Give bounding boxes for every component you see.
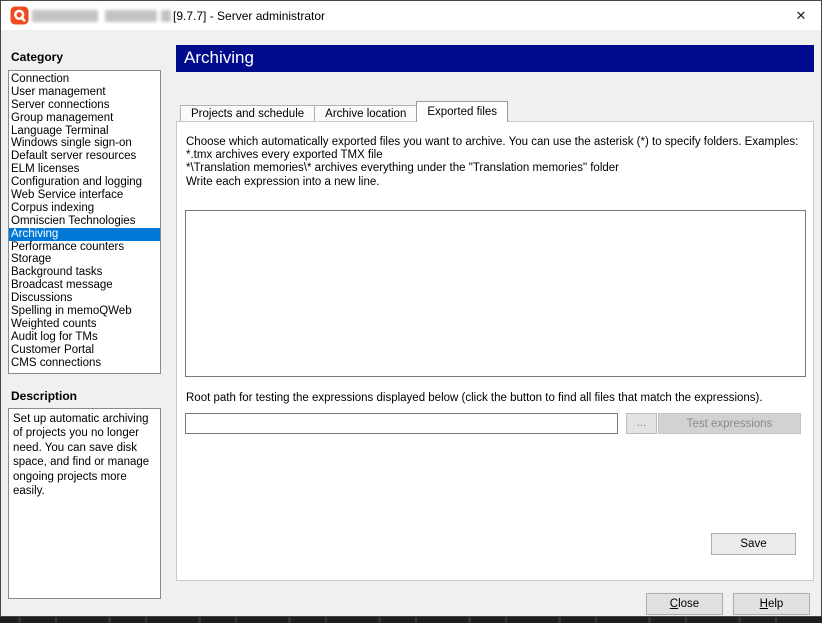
desktop-background-strip: [0, 617, 822, 623]
category-item-audit-log-for-tms[interactable]: Audit log for TMs: [9, 331, 160, 344]
category-item-user-management[interactable]: User management: [9, 86, 160, 99]
tab-strip: Projects and scheduleArchive locationExp…: [180, 101, 508, 122]
category-item-background-tasks[interactable]: Background tasks: [9, 266, 160, 279]
save-button[interactable]: Save: [711, 533, 796, 555]
test-expressions-button[interactable]: Test expressions: [658, 413, 801, 434]
category-item-configuration-and-logging[interactable]: Configuration and logging: [9, 176, 160, 189]
memoq-logo-icon: [10, 6, 29, 25]
description-label: Description: [11, 389, 77, 403]
browse-button[interactable]: ...: [626, 413, 657, 434]
instruction-line: *.tmx archives every exported TMX file: [186, 149, 798, 162]
category-item-customer-portal[interactable]: Customer Portal: [9, 344, 160, 357]
category-item-storage[interactable]: Storage: [9, 253, 160, 266]
server-administrator-window: [9.7.7] - Server administrator ✕ Categor…: [0, 0, 822, 617]
titlebar[interactable]: [9.7.7] - Server administrator ✕: [1, 1, 821, 30]
category-item-group-management[interactable]: Group management: [9, 112, 160, 125]
page-title: Archiving: [176, 45, 814, 72]
root-path-label: Root path for testing the expressions di…: [186, 392, 763, 404]
category-item-archiving[interactable]: Archiving: [9, 228, 160, 241]
category-list[interactable]: ConnectionUser managementServer connecti…: [8, 70, 161, 374]
redacted-title-block: [32, 10, 98, 22]
category-item-web-service-interface[interactable]: Web Service interface: [9, 189, 160, 202]
category-item-broadcast-message[interactable]: Broadcast message: [9, 279, 160, 292]
help-button[interactable]: Help: [733, 593, 810, 615]
category-item-discussions[interactable]: Discussions: [9, 292, 160, 305]
category-item-weighted-counts[interactable]: Weighted counts: [9, 318, 160, 331]
window-title: [9.7.7] - Server administrator: [173, 9, 325, 23]
tab-exported-files[interactable]: Exported files: [416, 101, 508, 122]
expressions-textarea[interactable]: [185, 210, 806, 377]
tab-projects-and-schedule[interactable]: Projects and schedule: [180, 105, 315, 121]
category-item-windows-single-sign-on[interactable]: Windows single sign-on: [9, 137, 160, 150]
redacted-title-block: [105, 10, 157, 22]
category-item-default-server-resources[interactable]: Default server resources: [9, 150, 160, 163]
description-text: Set up automatic archiving of projects y…: [13, 413, 149, 497]
root-path-input[interactable]: [185, 413, 618, 434]
category-item-cms-connections[interactable]: CMS connections: [9, 357, 160, 370]
close-button[interactable]: Close: [646, 593, 723, 615]
redacted-title-block: [161, 10, 171, 22]
instruction-line: Write each expression into a new line.: [186, 176, 798, 189]
category-item-spelling-in-memoqweb[interactable]: Spelling in memoQWeb: [9, 305, 160, 318]
category-item-performance-counters[interactable]: Performance counters: [9, 241, 160, 254]
description-box: Set up automatic archiving of projects y…: [8, 408, 161, 599]
instruction-line: Choose which automatically exported file…: [186, 136, 798, 149]
instructions: Choose which automatically exported file…: [186, 136, 798, 189]
category-item-omniscien-technologies[interactable]: Omniscien Technologies: [9, 215, 160, 228]
category-item-elm-licenses[interactable]: ELM licenses: [9, 163, 160, 176]
tab-archive-location[interactable]: Archive location: [314, 105, 417, 121]
category-item-connection[interactable]: Connection: [9, 73, 160, 86]
tab-page-exported-files: Choose which automatically exported file…: [176, 121, 814, 581]
instruction-line: *\Translation memories\* archives everyt…: [186, 162, 798, 175]
category-item-language-terminal[interactable]: Language Terminal: [9, 125, 160, 138]
close-icon[interactable]: ✕: [788, 5, 814, 27]
category-item-corpus-indexing[interactable]: Corpus indexing: [9, 202, 160, 215]
screen: [9.7.7] - Server administrator ✕ Categor…: [0, 0, 822, 623]
category-item-server-connections[interactable]: Server connections: [9, 99, 160, 112]
category-label: Category: [11, 50, 63, 64]
